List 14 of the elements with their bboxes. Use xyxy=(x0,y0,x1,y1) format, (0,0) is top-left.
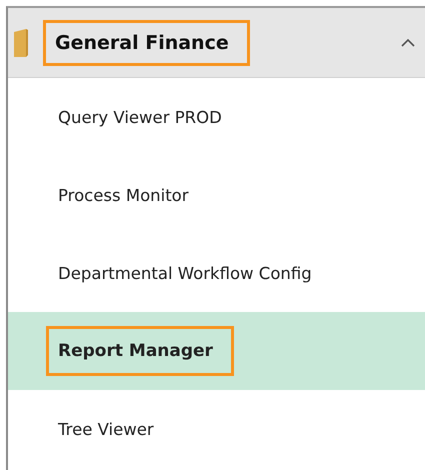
menu-item[interactable]: Report Manager xyxy=(8,312,425,390)
item-label: Query Viewer PROD xyxy=(57,106,223,128)
menu-item[interactable]: Departmental Workflow Config xyxy=(8,234,425,312)
menu-item[interactable]: Query Viewer PROD xyxy=(8,78,425,156)
item-label: Report Manager xyxy=(46,326,234,376)
group-header[interactable]: General Finance xyxy=(8,8,425,78)
menu-item[interactable]: Process Monitor xyxy=(8,156,425,234)
group-title: General Finance xyxy=(43,20,250,66)
item-label: Departmental Workflow Config xyxy=(57,262,313,284)
folder-icon xyxy=(12,28,30,58)
item-label: Process Monitor xyxy=(57,184,190,206)
menu-item[interactable]: Tree Viewer xyxy=(8,390,425,468)
item-label: Tree Viewer xyxy=(57,418,155,440)
caret-icon xyxy=(401,38,415,47)
